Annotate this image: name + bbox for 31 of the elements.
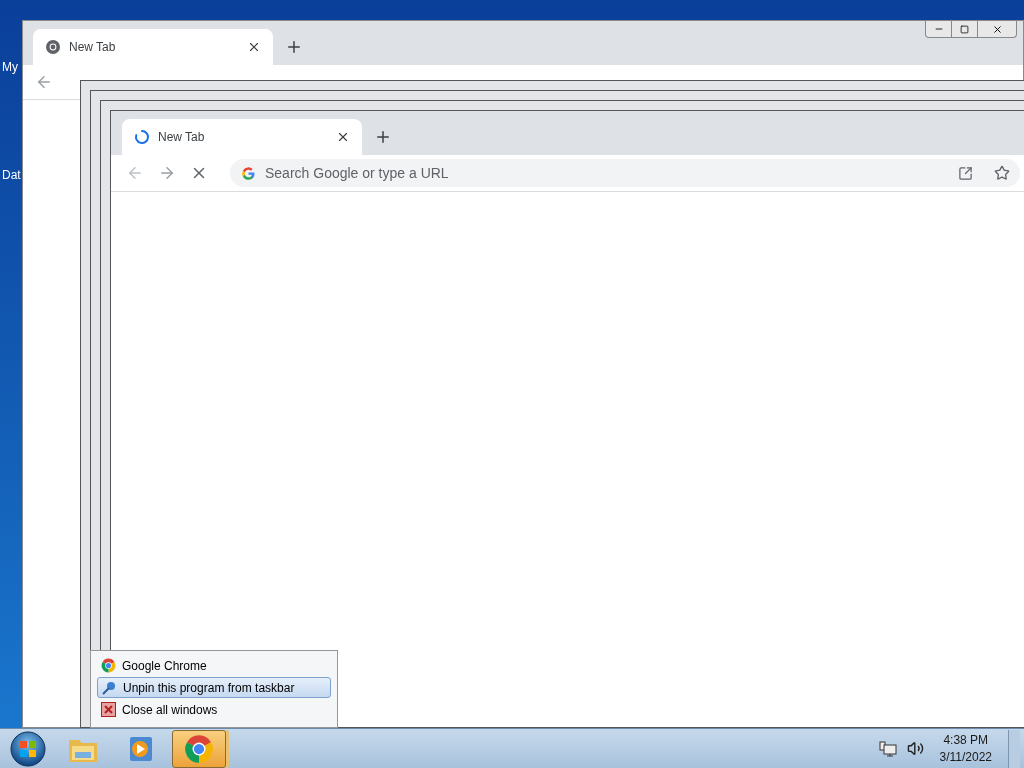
new-tab-icon[interactable] [285, 38, 303, 56]
maximize-icon [960, 24, 969, 34]
close-icon [991, 23, 1003, 35]
network-icon[interactable] [878, 740, 897, 757]
bookmark-star-icon[interactable] [994, 165, 1010, 181]
jump-list-item[interactable]: Google Chrome [97, 655, 331, 676]
jump-list-item[interactable]: Close all windows [97, 699, 331, 720]
tab-title: New Tab [69, 39, 117, 56]
desktop-icon-label[interactable]: Dat [0, 166, 22, 184]
close-icon[interactable] [336, 130, 350, 144]
google-icon [241, 165, 256, 181]
close-windows-icon [101, 702, 116, 717]
jump-list-item[interactable]: Unpin this program from taskbar [97, 677, 331, 698]
address-bar[interactable]: Search Google or type a URL [230, 159, 1020, 187]
browser-tab[interactable]: New Tab [122, 119, 362, 155]
taskbar-button[interactable] [172, 729, 226, 768]
loading-spinner-icon [134, 129, 150, 145]
share-icon[interactable] [958, 165, 973, 181]
chrome-icon [45, 39, 61, 55]
browser-tab[interactable]: New Tab [33, 29, 273, 65]
chrome-icon [184, 733, 214, 764]
close-icon[interactable] [247, 40, 261, 54]
back-icon[interactable] [35, 73, 53, 91]
chrome-icon [101, 658, 116, 673]
new-tab-icon[interactable] [374, 128, 392, 146]
start-button[interactable] [9, 729, 47, 768]
tab-title: New Tab [158, 129, 206, 146]
clock[interactable]: 4:38 PM 3/11/2022 [933, 731, 998, 766]
forward-icon[interactable] [158, 164, 176, 182]
desktop-icon-label[interactable]: My [0, 58, 22, 76]
volume-icon[interactable] [906, 740, 924, 757]
